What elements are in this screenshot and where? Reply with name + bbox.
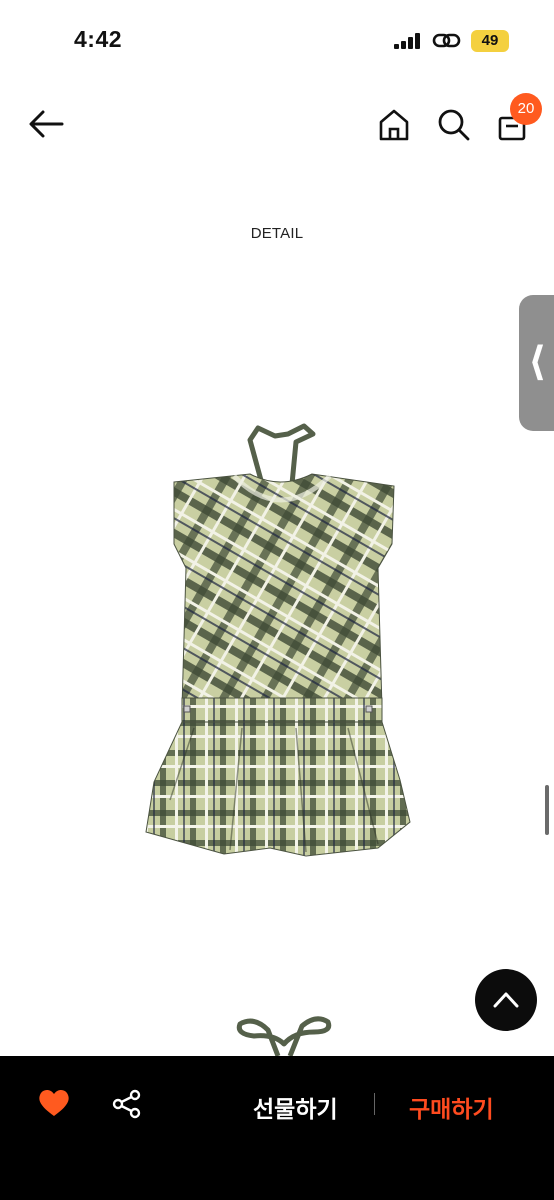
search-icon[interactable] (437, 108, 471, 142)
chevron-up-icon (493, 992, 519, 1008)
battery-icon: 49 (471, 30, 509, 52)
buy-button[interactable]: 구매하기 (409, 1090, 494, 1124)
chevron-left-icon: ⟨ (528, 340, 547, 384)
side-drawer-tab[interactable]: ⟨ (519, 295, 554, 431)
back-arrow-icon[interactable] (26, 108, 66, 140)
product-image (145, 423, 411, 857)
link-icon (432, 33, 461, 48)
status-time: 4:42 (74, 26, 123, 52)
status-bar: 4:42 49 (0, 0, 554, 80)
product-image-next (236, 1016, 332, 1057)
home-icon[interactable] (378, 108, 410, 142)
scroll-to-top-button[interactable] (475, 969, 537, 1031)
divider (374, 1093, 375, 1115)
bottom-action-bar: 선물하기 구매하기 (0, 1056, 554, 1200)
share-icon[interactable] (112, 1089, 142, 1119)
heart-icon[interactable] (38, 1088, 70, 1118)
gift-button[interactable]: 선물하기 (253, 1090, 338, 1124)
scroll-indicator[interactable] (545, 785, 549, 835)
signal-icon (394, 33, 420, 49)
detail-label: DETAIL (250, 225, 304, 242)
cart-count-badge: 20 (510, 93, 542, 125)
nav-bar (0, 90, 554, 160)
battery-level: 49 (481, 32, 499, 49)
